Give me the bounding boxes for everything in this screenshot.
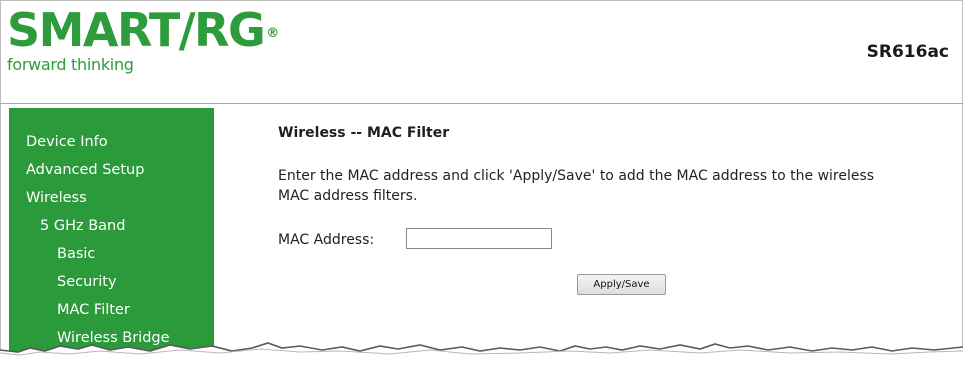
header-divider xyxy=(0,103,963,104)
logo-tagline: forward thinking xyxy=(7,55,134,74)
sidebar-item-5ghz-band[interactable]: 5 GHz Band xyxy=(9,212,170,240)
mac-address-input[interactable] xyxy=(406,228,552,249)
page-title: Wireless -- MAC Filter xyxy=(278,125,450,141)
header: SMART/RG ® forward thinking SR616ac xyxy=(0,0,963,104)
mac-address-label: MAC Address: xyxy=(278,232,375,248)
instructions-line-1: Enter the MAC address and click 'Apply/S… xyxy=(278,168,875,184)
model-name: SR616ac xyxy=(866,42,949,62)
sidebar: Device Info Advanced Setup Wireless 5 GH… xyxy=(9,108,214,368)
sidebar-item-advanced-setup[interactable]: Advanced Setup xyxy=(9,156,170,184)
instructions-text: Enter the MAC address and click 'Apply/S… xyxy=(278,166,963,206)
apply-save-button[interactable]: Apply/Save xyxy=(577,274,666,295)
sidebar-item-security[interactable]: Security xyxy=(9,268,170,296)
registered-mark: ® xyxy=(266,26,279,41)
sidebar-item-device-info[interactable]: Device Info xyxy=(9,128,170,156)
sidebar-item-mac-filter[interactable]: MAC Filter xyxy=(9,296,170,324)
torn-edge xyxy=(0,342,963,368)
logo-wordmark: SMART/RG ® xyxy=(7,3,279,57)
smartrg-logo: SMART/RG ® forward thinking xyxy=(7,3,279,74)
sidebar-nav: Device Info Advanced Setup Wireless 5 GH… xyxy=(9,128,170,352)
logo-text: SMART/RG xyxy=(7,3,266,57)
sidebar-item-wireless[interactable]: Wireless xyxy=(9,184,170,212)
sidebar-item-basic[interactable]: Basic xyxy=(9,240,170,268)
instructions-line-2: MAC address filters. xyxy=(278,188,418,204)
